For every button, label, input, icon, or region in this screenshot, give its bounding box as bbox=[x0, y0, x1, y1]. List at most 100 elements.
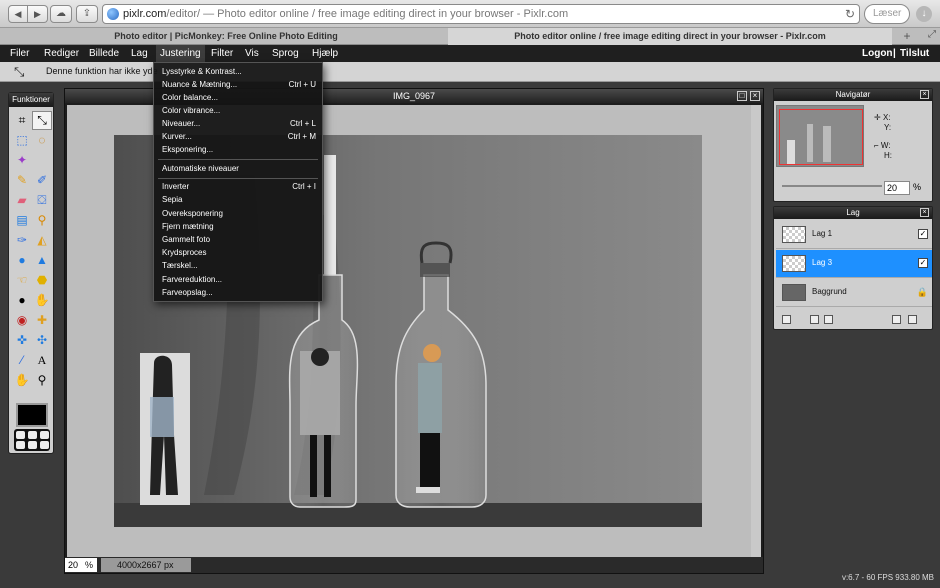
menu-item-fjern-maetning[interactable]: Fjern mætning bbox=[154, 220, 322, 233]
blur-icon[interactable]: ● bbox=[12, 251, 32, 270]
maximize-icon[interactable]: □ bbox=[737, 91, 747, 101]
menu-justering[interactable]: Justering bbox=[156, 45, 205, 62]
document-status-bar: 20 % 4000x2667 px bbox=[65, 557, 763, 573]
marquee-icon[interactable]: ⬚ bbox=[12, 131, 32, 150]
navigator-title: Navigatør × bbox=[774, 89, 932, 101]
preset-dot-icon bbox=[16, 441, 25, 449]
menu-item-farvereduktion[interactable]: Farvereduktion... bbox=[154, 273, 322, 286]
burn-icon[interactable]: ✋ bbox=[32, 291, 52, 310]
move-icon[interactable]: ⤡ bbox=[32, 111, 52, 130]
new-layer-icon[interactable] bbox=[892, 315, 901, 324]
close-icon[interactable]: × bbox=[920, 208, 929, 217]
url-host: pixlr.com bbox=[123, 8, 167, 20]
layer-settings-icon[interactable] bbox=[782, 315, 791, 324]
forward-icon[interactable]: ▶ bbox=[28, 5, 48, 23]
layer-row-selected[interactable]: Lag 3 ✓ bbox=[776, 250, 932, 278]
search-input[interactable]: Læser bbox=[864, 4, 910, 24]
menu-item-label: Color balance... bbox=[162, 93, 219, 102]
reload-icon[interactable]: ↻ bbox=[845, 5, 855, 23]
menu-filter[interactable]: Filter bbox=[207, 45, 237, 62]
pencil-icon[interactable]: ✎ bbox=[12, 171, 32, 190]
menu-item-lysstyrke[interactable]: Lysstyrke & Kontrast... bbox=[154, 65, 322, 78]
menu-billede[interactable]: Billede bbox=[85, 45, 123, 62]
wand-icon[interactable]: ✦ bbox=[12, 151, 32, 170]
vertical-scrollbar[interactable] bbox=[751, 105, 761, 557]
layer-row[interactable]: Baggrund 🔒 bbox=[776, 279, 932, 307]
layer-style-icon[interactable] bbox=[824, 315, 833, 324]
drawing-icon[interactable]: ◭ bbox=[32, 231, 52, 250]
globe-icon bbox=[107, 8, 119, 20]
color-replace-icon[interactable]: ✑ bbox=[12, 231, 32, 250]
menu-item-label: Automatiske niveauer bbox=[162, 164, 239, 173]
gradient-icon[interactable]: ▤ bbox=[12, 211, 32, 230]
menu-lag[interactable]: Lag bbox=[127, 45, 152, 62]
menu-item-taerskel[interactable]: Tærskel... bbox=[154, 259, 322, 272]
hand-icon[interactable]: ✋ bbox=[12, 371, 32, 390]
color-picker-icon[interactable]: ⁄ bbox=[12, 351, 32, 370]
crop-icon[interactable]: ⌗ bbox=[12, 111, 32, 130]
layers-title: Lag × bbox=[774, 207, 932, 219]
paint-bucket-icon[interactable]: ⛋ bbox=[32, 191, 52, 210]
tab-pixlr[interactable]: Photo editor online / free image editing… bbox=[448, 28, 892, 45]
logon-link[interactable]: Logon bbox=[862, 45, 893, 62]
zoom-icon[interactable]: ⚲ bbox=[32, 371, 52, 390]
menu-item-nuance[interactable]: Nuance & Mætning... Ctrl + U bbox=[154, 78, 322, 91]
menu-filer[interactable]: Filer bbox=[6, 45, 33, 62]
menu-rediger[interactable]: Rediger bbox=[40, 45, 83, 62]
layer-row[interactable]: Lag 1 ✓ bbox=[776, 221, 932, 249]
close-icon[interactable]: × bbox=[920, 90, 929, 99]
menu-item-niveauer[interactable]: Niveauer... Ctrl + L bbox=[154, 117, 322, 130]
menu-vis[interactable]: Vis bbox=[241, 45, 263, 62]
tab-picmonkey[interactable]: Photo editor | PicMonkey: Free Online Ph… bbox=[6, 28, 446, 45]
layer-visibility-checkbox[interactable]: ✓ bbox=[918, 258, 928, 268]
sponge-icon[interactable]: ⬣ bbox=[32, 271, 52, 290]
red-eye-icon[interactable]: ◉ bbox=[12, 311, 32, 330]
menu-hjaelp[interactable]: Hjælp bbox=[308, 45, 342, 62]
back-icon[interactable]: ◀ bbox=[8, 5, 28, 23]
nav-w-label: ⌐ W: bbox=[874, 141, 891, 150]
cloud-icon[interactable]: ☁ bbox=[50, 5, 72, 23]
layers-footer bbox=[776, 313, 932, 327]
smudge-icon[interactable]: ☜ bbox=[12, 271, 32, 290]
spot-heal-icon[interactable]: ✚ bbox=[32, 311, 52, 330]
share-icon[interactable]: ⇪ bbox=[76, 5, 98, 23]
address-bar[interactable]: pixlr.com/editor/ — Photo editor online … bbox=[102, 4, 860, 24]
download-icon[interactable]: ↓ bbox=[916, 6, 932, 22]
menu-item-inverter[interactable]: Inverter Ctrl + I bbox=[154, 180, 322, 193]
layer-mask-icon[interactable] bbox=[810, 315, 819, 324]
navigator-view-rect[interactable] bbox=[779, 109, 863, 165]
navigator-zoom-input[interactable]: 20 bbox=[884, 181, 910, 195]
eraser-icon[interactable]: ▰ bbox=[12, 191, 32, 210]
menu-item-auto-niveauer[interactable]: Automatiske niveauer bbox=[154, 162, 322, 175]
menu-item-color-vibrance[interactable]: Color vibrance... bbox=[154, 104, 322, 117]
type-icon[interactable]: A bbox=[32, 351, 52, 370]
sharpen-icon[interactable]: ▲ bbox=[32, 251, 52, 270]
menu-sprog[interactable]: Sprog bbox=[268, 45, 303, 62]
menu-item-farveopslag[interactable]: Farveopslag... bbox=[154, 286, 322, 299]
menu-item-overeksponering[interactable]: Overeksponering bbox=[154, 207, 322, 220]
navigator-zoom-slider[interactable] bbox=[782, 185, 882, 187]
lasso-icon[interactable]: ◌ bbox=[32, 131, 52, 150]
trash-icon[interactable] bbox=[908, 315, 917, 324]
menu-item-eksponering[interactable]: Eksponering... bbox=[154, 143, 322, 156]
tab-overview-icon[interactable]: ⤢ bbox=[928, 29, 936, 40]
navigator-thumbnail[interactable] bbox=[776, 105, 864, 167]
tilslut-link[interactable]: Tilslut bbox=[900, 45, 929, 62]
stamp-icon[interactable]: ⚲ bbox=[32, 211, 52, 230]
pinch-icon[interactable]: ✣ bbox=[32, 331, 52, 350]
new-tab-icon[interactable]: + bbox=[900, 29, 914, 43]
foreground-color-swatch[interactable] bbox=[16, 403, 48, 427]
menu-item-color-balance[interactable]: Color balance... bbox=[154, 91, 322, 104]
brush-presets[interactable] bbox=[14, 429, 50, 451]
menu-item-gammelt-foto[interactable]: Gammelt foto bbox=[154, 233, 322, 246]
menu-item-sepia[interactable]: Sepia bbox=[154, 193, 322, 206]
close-icon[interactable]: × bbox=[750, 91, 760, 101]
layer-visibility-checkbox[interactable]: ✓ bbox=[918, 229, 928, 239]
dodge-icon[interactable]: ● bbox=[12, 291, 32, 310]
menu-item-kurver[interactable]: Kurver... Ctrl + M bbox=[154, 130, 322, 143]
brush-icon[interactable]: ✐ bbox=[32, 171, 52, 190]
tools-panel: Funktioner ⌗ ⤡ ⬚ ◌ ✦ ✎ ✐ ▰ ⛋ ▤ ⚲ ✑ ◭ ● ▲… bbox=[8, 92, 54, 454]
menu-item-krydsproces[interactable]: Krydsproces bbox=[154, 246, 322, 259]
move-tool-icon: ⤡ bbox=[14, 64, 25, 79]
bloat-icon[interactable]: ✜ bbox=[12, 331, 32, 350]
